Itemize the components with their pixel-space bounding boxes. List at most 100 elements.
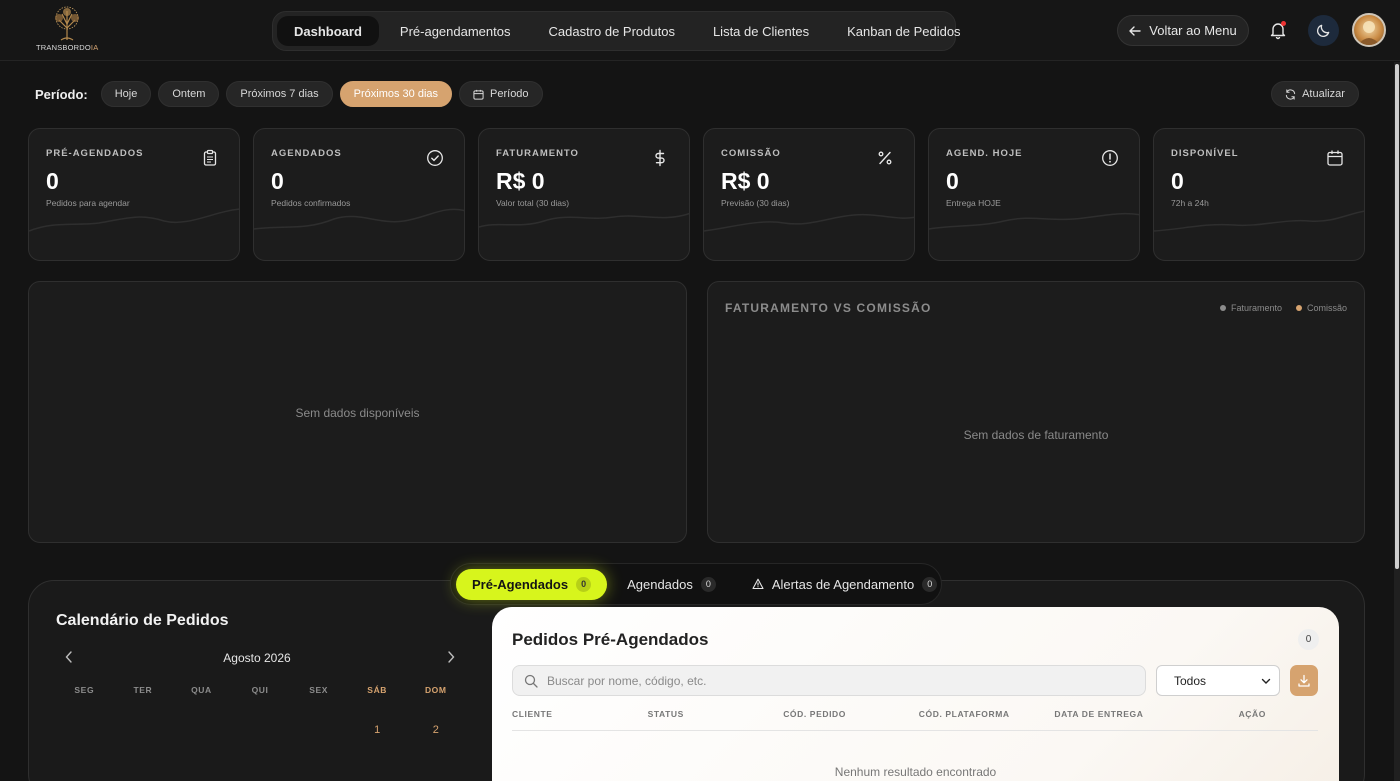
- kpi-label: PRÉ-AGENDADOS: [46, 148, 144, 159]
- back-to-menu-button[interactable]: Voltar ao Menu: [1117, 15, 1249, 46]
- warning-triangle-icon: [752, 578, 764, 590]
- kpi-label: COMISSÃO: [721, 148, 781, 159]
- legend-label: Comissão: [1306, 303, 1347, 313]
- tree-logo-icon: [55, 6, 79, 41]
- avatar-image-icon: [1358, 21, 1380, 45]
- period-custom-chip[interactable]: Período: [459, 81, 543, 107]
- notification-dot: [1281, 21, 1286, 26]
- nav-lista-clientes[interactable]: Lista de Clientes: [696, 16, 826, 46]
- calendar-day[interactable]: 1: [348, 724, 407, 736]
- calendar-day: [114, 724, 173, 736]
- calendar-day: [172, 724, 231, 736]
- calendar-icon: [1327, 150, 1343, 166]
- legend-label: Faturamento: [1230, 303, 1282, 313]
- refresh-button[interactable]: Atualizar: [1271, 81, 1359, 107]
- column-header-cliente[interactable]: CLIENTE: [512, 709, 648, 730]
- kpi-label: AGEND. HOJE: [946, 148, 1023, 159]
- kpi-card-pre-agendados[interactable]: PRÉ-AGENDADOS 0 Pedidos para agendar: [28, 128, 240, 261]
- period-custom-label: Período: [490, 88, 529, 100]
- calendar-weekdays: SEG TER QUA QUI SEX SÁB DOM: [55, 685, 465, 695]
- chevron-down-icon: [1261, 678, 1271, 684]
- kpi-cards: PRÉ-AGENDADOS 0 Pedidos para agendar AGE…: [28, 128, 1365, 261]
- calendar-day: [231, 724, 290, 736]
- nav-dashboard[interactable]: Dashboard: [277, 16, 379, 46]
- calendar-title: Calendário de Pedidos: [56, 612, 229, 629]
- calendar-next-month-button[interactable]: [447, 651, 455, 666]
- weekday-label: SEG: [74, 685, 95, 695]
- status-filter-value: Todos: [1174, 673, 1207, 688]
- nav-kanban-pedidos[interactable]: Kanban de Pedidos: [830, 16, 977, 46]
- refresh-icon: [1285, 88, 1296, 100]
- logo-accent-text: IA: [90, 43, 99, 52]
- main-nav: Dashboard Pré-agendamentos Cadastro de P…: [272, 11, 961, 51]
- nav-cadastro-produtos[interactable]: Cadastro de Produtos: [531, 16, 691, 46]
- weekday-label: SÁB: [367, 685, 388, 695]
- period-yesterday-chip[interactable]: Ontem: [158, 81, 220, 107]
- weekday-label: DOM: [424, 685, 447, 695]
- dollar-icon: [655, 149, 665, 167]
- logo-text: TRANSBORDO: [36, 43, 91, 52]
- kpi-label: AGENDADOS: [271, 148, 342, 159]
- nav-pre-agendamentos[interactable]: Pré-agendamentos: [383, 16, 528, 46]
- tab-count-badge: 0: [700, 576, 716, 592]
- calendar-month-label: Agosto 2026: [223, 651, 291, 665]
- legend-item-comissao: Comissão: [1295, 303, 1347, 313]
- moon-icon: [1317, 24, 1330, 37]
- calendar-icon: [473, 89, 484, 100]
- kpi-sparkline: [704, 213, 914, 232]
- kpi-card-agendados[interactable]: AGENDADOS 0 Pedidos confirmados: [253, 128, 465, 261]
- tab-alertas-agendamento[interactable]: Alertas de Agendamento 0: [736, 569, 953, 600]
- notifications-button[interactable]: [1268, 20, 1288, 40]
- logo[interactable]: TRANSBORDOIA: [36, 6, 98, 56]
- tab-pre-agendados[interactable]: Pré-Agendados 0: [456, 568, 608, 600]
- kpi-card-faturamento[interactable]: FATURAMENTO R$ 0 Valor total (30 dias): [478, 128, 690, 261]
- arrow-left-icon: [1129, 25, 1141, 36]
- period-next-7-days-chip[interactable]: Próximos 7 dias: [226, 81, 333, 107]
- column-header-cod-plataforma[interactable]: CÓD. PLATAFORMA: [919, 709, 1055, 730]
- orders-panel: Pedidos Pré-Agendados 0 Todos CLIENTE ST…: [492, 607, 1339, 781]
- kpi-card-comissao[interactable]: COMISSÃO R$ 0 Previsão (30 dias): [703, 128, 915, 261]
- calendar-day[interactable]: 2: [406, 724, 465, 736]
- orders-count-badge: 0: [1298, 629, 1319, 650]
- kpi-sparkline: [29, 208, 239, 232]
- status-filter-select[interactable]: Todos: [1156, 665, 1280, 696]
- column-header-data-entrega[interactable]: DATA DE ENTREGA: [1054, 709, 1190, 730]
- user-avatar[interactable]: [1352, 13, 1386, 47]
- calendar-day: [55, 724, 114, 736]
- column-header-status[interactable]: STATUS: [648, 709, 784, 730]
- chart-panel-revenue-vs-commission: FATURAMENTO VS COMISSÃO Faturamento Comi…: [707, 281, 1365, 543]
- kpi-sparkline: [929, 212, 1139, 230]
- kpi-sparkline: [254, 208, 464, 230]
- empty-state-text: Sem dados disponíveis: [295, 406, 420, 420]
- theme-toggle-button[interactable]: [1308, 15, 1339, 46]
- top-bar: TRANSBORDOIA Dashboard Pré-agendamentos …: [0, 0, 1400, 61]
- orders-title: Pedidos Pré-Agendados: [512, 630, 709, 649]
- kpi-card-agend-hoje[interactable]: AGEND. HOJE 0 Entrega HOJE: [928, 128, 1140, 261]
- chart-legend: Faturamento Comissão: [1219, 303, 1347, 313]
- chart-panel-left: Sem dados disponíveis: [28, 281, 687, 543]
- period-next-30-days-chip[interactable]: Próximos 30 dias: [339, 81, 453, 107]
- empty-state-text: Sem dados de faturamento: [963, 428, 1109, 442]
- weekday-label: QUI: [251, 685, 269, 695]
- orders-search-input[interactable]: [547, 673, 1107, 688]
- alert-circle-icon: [1102, 150, 1118, 166]
- period-today-chip[interactable]: Hoje: [100, 81, 152, 107]
- weekday-label: SEX: [309, 685, 328, 695]
- check-circle-icon: [427, 150, 443, 166]
- back-to-menu-label: Voltar ao Menu: [1149, 23, 1237, 38]
- kpi-label: DISPONÍVEL: [1171, 148, 1239, 159]
- export-button[interactable]: [1290, 665, 1318, 696]
- tab-agendados[interactable]: Agendados 0: [611, 569, 732, 600]
- kpi-sparkline: [1154, 210, 1364, 232]
- kpi-sparkline: [479, 212, 689, 228]
- tab-label: Alertas de Agendamento: [771, 576, 915, 592]
- orders-search: [512, 665, 1146, 696]
- page-scrollbar-thumb[interactable]: [1395, 64, 1399, 569]
- orders-table-header: CLIENTE STATUS CÓD. PEDIDO CÓD. PLATAFOR…: [512, 709, 1318, 731]
- clipboard-icon: [203, 149, 217, 166]
- kpi-card-disponivel[interactable]: DISPONÍVEL 0 72h a 24h: [1153, 128, 1365, 261]
- period-filter: Período: Hoje Ontem Próximos 7 dias Próx…: [35, 81, 543, 107]
- column-header-cod-pedido[interactable]: CÓD. PEDIDO: [783, 709, 919, 730]
- orders-empty-state: Nenhum resultado encontrado: [834, 765, 997, 779]
- orders-tabs: Pré-Agendados 0 Agendados 0 Alertas de A…: [450, 563, 942, 605]
